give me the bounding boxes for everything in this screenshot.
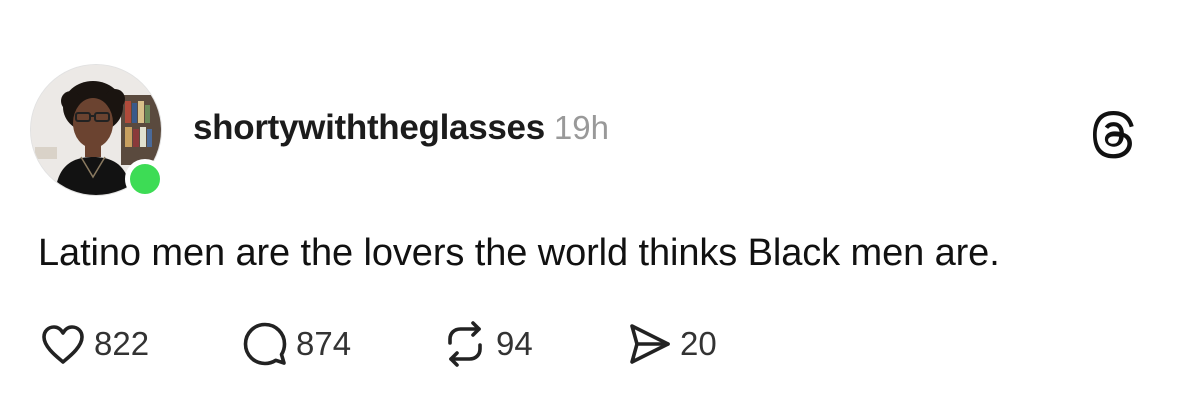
repost-button[interactable]: 94 bbox=[440, 318, 533, 370]
share-button[interactable]: 20 bbox=[624, 318, 717, 370]
send-icon bbox=[624, 319, 674, 369]
post-header: shortywiththeglasses 19h bbox=[193, 108, 609, 152]
post-body-text: Latino men are the lovers the world thin… bbox=[38, 232, 1000, 274]
repost-icon bbox=[440, 319, 490, 369]
like-count: 822 bbox=[94, 325, 150, 362]
repost-count: 94 bbox=[496, 325, 533, 362]
threads-logo-icon bbox=[1093, 111, 1137, 159]
reply-button[interactable]: 874 bbox=[240, 318, 351, 370]
post-timestamp[interactable]: 19h bbox=[554, 109, 609, 147]
threads-post: shortywiththeglasses 19h Latino men are … bbox=[0, 0, 1179, 403]
avatar-container[interactable] bbox=[31, 65, 165, 199]
share-count: 20 bbox=[680, 325, 717, 362]
online-status-indicator bbox=[125, 159, 165, 199]
like-button[interactable]: 822 bbox=[38, 318, 149, 370]
username-link[interactable]: shortywiththeglasses bbox=[193, 108, 545, 148]
reply-count: 874 bbox=[296, 325, 352, 362]
post-actions-bar: 822 874 94 20 bbox=[0, 318, 1179, 370]
heart-icon bbox=[38, 319, 88, 369]
speech-bubble-icon bbox=[240, 319, 290, 369]
